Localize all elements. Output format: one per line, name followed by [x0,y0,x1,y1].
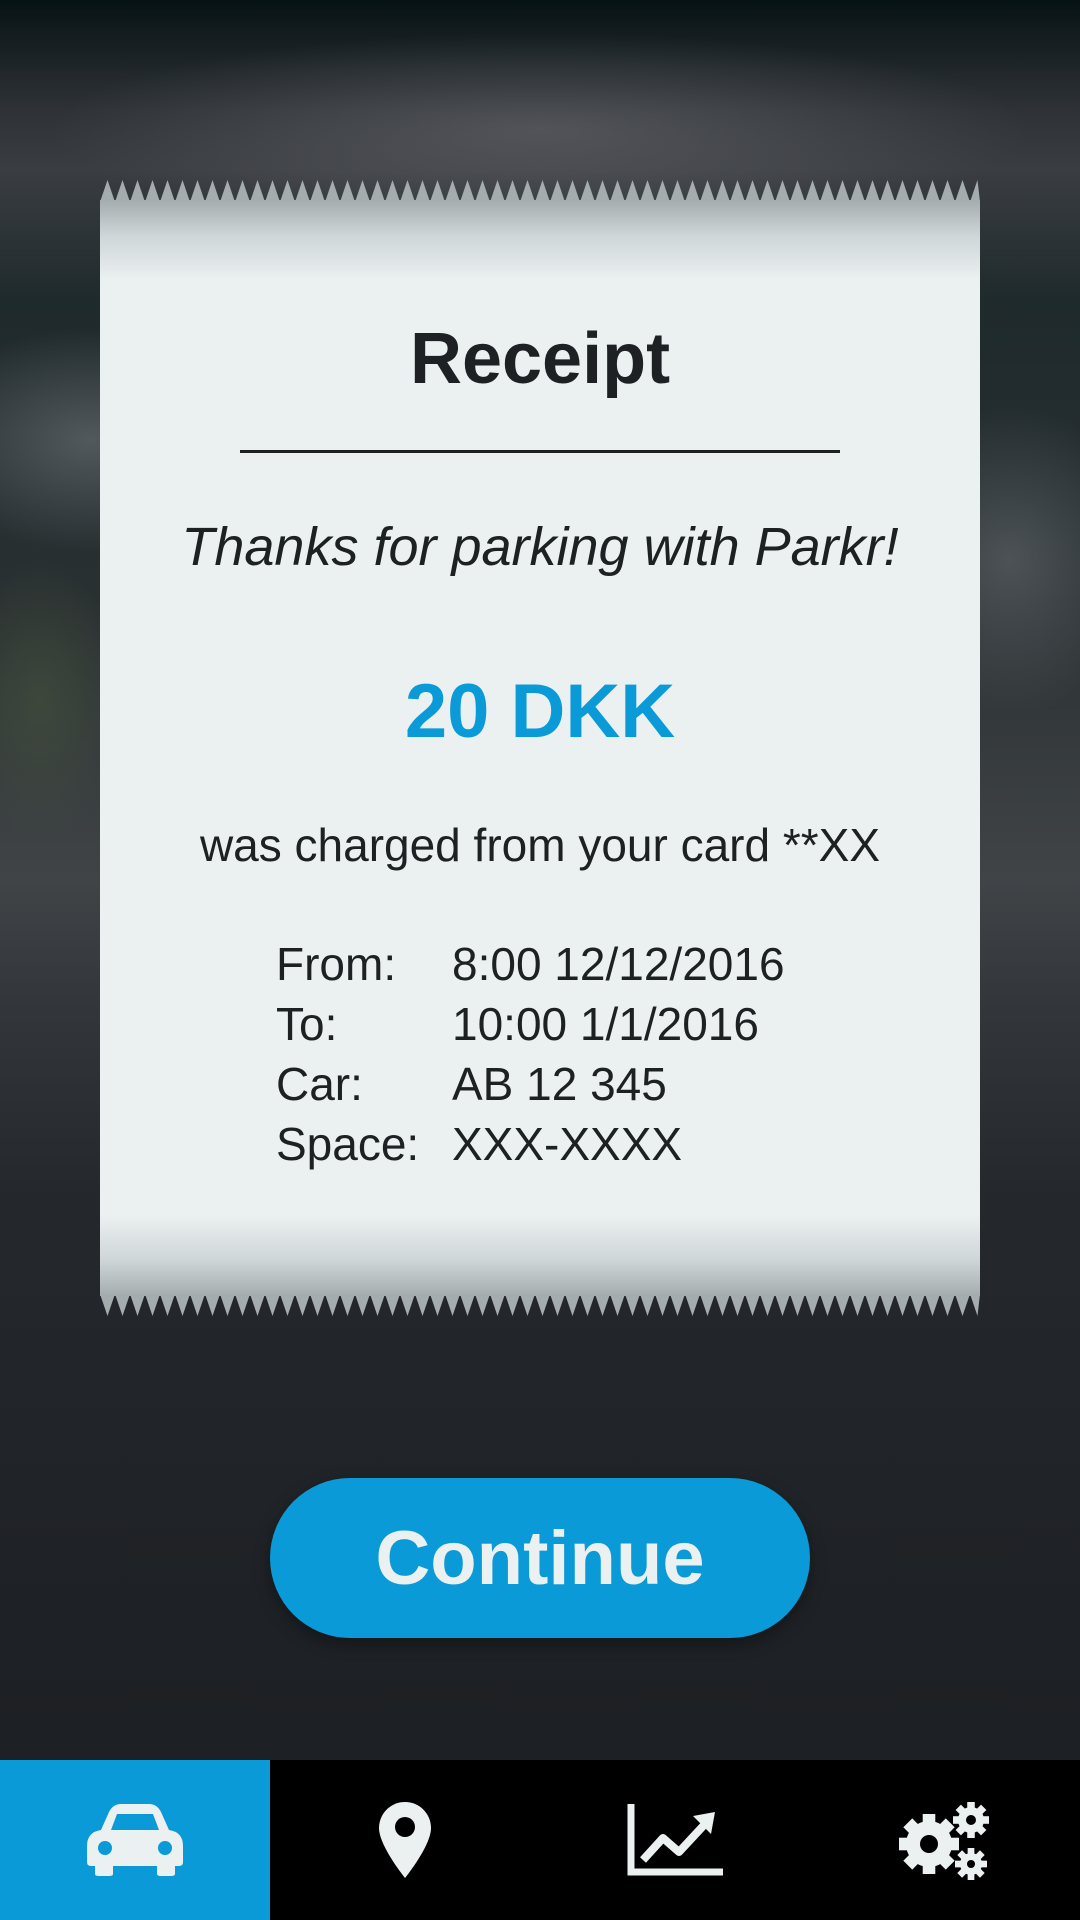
continue-button[interactable]: Continue [270,1478,810,1638]
detail-label: From: [276,938,397,990]
charged-amount: 20 DKK [404,669,676,754]
detail-row-from: From: 8:00 12/12/2016 [276,934,876,994]
receipt-torn-edge-bottom [100,1294,980,1318]
receipt-torn-edge-top [100,178,980,202]
detail-row-car: Car: AB 12 345 [276,1054,876,1114]
nav-tab-parking[interactable] [0,1760,270,1920]
trend-chart-icon [627,1804,723,1876]
detail-label: To: [276,998,338,1050]
car-icon [87,1804,183,1876]
bottom-nav [0,1760,1080,1920]
nav-tab-map[interactable] [270,1760,540,1920]
detail-value: 10:00 1/1/2016 [452,998,759,1050]
title-divider [240,450,840,453]
map-pin-icon [379,1802,431,1878]
receipt-shade-bottom [100,1216,980,1296]
nav-tab-settings[interactable] [810,1760,1080,1920]
receipt-card: Receipt Thanks for parking with Parkr! 2… [100,178,980,1318]
receipt-shade-top [100,200,980,280]
detail-value: XXX-XXXX [452,1118,683,1170]
gears-icon [899,1800,991,1880]
charged-card-text: was charged from your card **XX [199,819,881,871]
detail-label: Car: [276,1058,363,1110]
receipt-title: Receipt [409,319,671,399]
parking-details: From: 8:00 12/12/2016 To: 10:00 1/1/2016… [276,934,876,1174]
detail-row-space: Space: XXX-XXXX [276,1114,876,1174]
thanks-message: Thanks for parking with Parkr! [181,517,899,577]
detail-label: Space: [276,1118,420,1170]
detail-value: 8:00 12/12/2016 [452,938,785,990]
detail-value: AB 12 345 [452,1058,667,1110]
detail-row-to: To: 10:00 1/1/2016 [276,994,876,1054]
nav-tab-stats[interactable] [540,1760,810,1920]
